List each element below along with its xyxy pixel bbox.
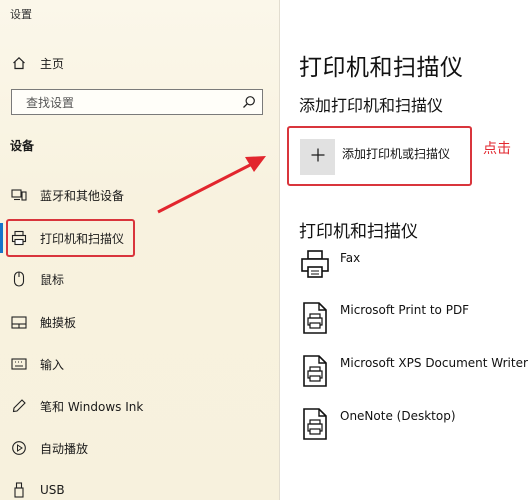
annotation-arrow (157, 156, 266, 214)
